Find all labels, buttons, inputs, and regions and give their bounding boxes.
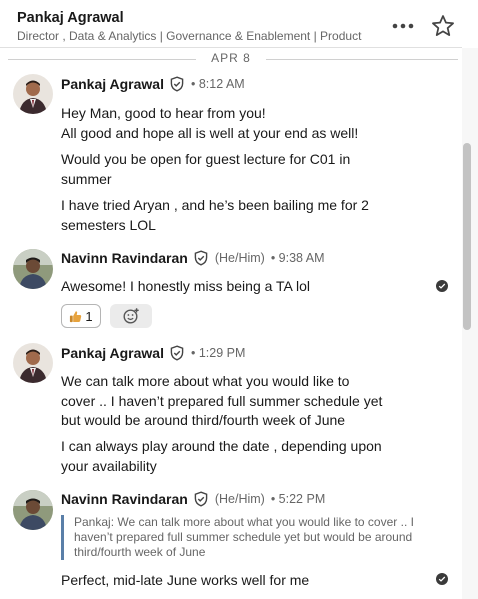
avatar-pankaj[interactable] (13, 343, 53, 383)
avatar-image (13, 74, 53, 114)
message-line: but would be around third/fourth week of… (61, 412, 346, 428)
message-line: Perfect, mid-late June works well for me (61, 572, 310, 588)
message-line: summer (61, 170, 112, 187)
message-text: Awesome! I honestly miss being a TA lol (61, 277, 310, 297)
more-horizontal-icon (392, 23, 414, 29)
sender-name[interactable]: Navinn Ravindaran (61, 250, 188, 266)
message-line: All good and hope all is well at your en… (61, 124, 359, 141)
verified-shield-icon (170, 345, 184, 361)
message-text: Hey Man, good to hear from you! All good… (61, 104, 358, 143)
message-time: • 8:12 AM (190, 77, 245, 91)
quoted-message[interactable]: Pankaj: We can talk more about what you … (61, 515, 446, 560)
reaction-count: 1 (85, 308, 93, 324)
read-receipt-icon (436, 280, 448, 292)
message-text: I can always play around the date , depe… (61, 437, 382, 476)
contact-headline: Director , Data & Analytics | Governance… (17, 29, 362, 43)
quote-line: haven’t prepared full summer schedule ye… (74, 530, 413, 544)
avatar-image (13, 249, 53, 289)
add-reaction-icon (123, 308, 139, 324)
quote-line: third/fourth week of June (74, 545, 206, 559)
quote-line: Pankaj: We can talk more about what you … (74, 515, 414, 529)
thumbs-up-icon (70, 310, 82, 322)
message-line: semesters LOL (61, 216, 156, 233)
message-text: Perfect, mid-late June works well for me (61, 571, 309, 591)
message-line: cover .. I haven’t prepared full summer … (61, 392, 383, 409)
message-line: I have tried Aryan , and he’s been baili… (61, 197, 369, 213)
message-time: • 1:29 PM (190, 346, 246, 360)
avatar-image (13, 490, 53, 530)
message-line: Would you be open for guest lecture for … (61, 151, 351, 167)
sender-pronouns: (He/Him) (214, 492, 265, 506)
conversation-header: Pankaj Agrawal Director , Data & Analyti… (0, 0, 478, 48)
message-text: Would you be open for guest lecture for … (61, 150, 350, 189)
message-header: Navinn Ravindaran (He/Him) • 5:22 PM (61, 491, 325, 507)
scrollbar-thumb[interactable] (463, 143, 471, 330)
message-time: • 5:22 PM (270, 492, 326, 506)
star-conversation-button[interactable] (430, 13, 456, 39)
avatar-pankaj[interactable] (13, 74, 53, 114)
sender-name[interactable]: Pankaj Agrawal (61, 345, 164, 361)
avatar-navinn[interactable] (13, 490, 53, 530)
sender-name[interactable]: Navinn Ravindaran (61, 491, 188, 507)
message-line: Awesome! I honestly miss being a TA lol (61, 278, 311, 294)
message-line: We can talk more about what you would li… (61, 373, 350, 389)
verified-shield-icon (170, 76, 184, 92)
message-header: Navinn Ravindaran (He/Him) • 9:38 AM (61, 250, 325, 266)
message-time: • 9:38 AM (270, 251, 325, 265)
message-header: Pankaj Agrawal • 1:29 PM (61, 345, 245, 361)
verified-shield-icon (194, 491, 208, 507)
thumbs-up-reaction[interactable]: 1 (61, 304, 101, 328)
verified-shield-icon (194, 250, 208, 266)
message-line: Hey Man, good to hear from you! (61, 105, 266, 121)
read-receipt-icon (436, 573, 448, 585)
message-line: I can always play around the date , depe… (61, 438, 382, 454)
contact-name[interactable]: Pankaj Agrawal (17, 10, 124, 26)
message-header: Pankaj Agrawal • 8:12 AM (61, 76, 245, 92)
message-text: I have tried Aryan , and he’s been baili… (61, 196, 369, 235)
avatar-navinn[interactable] (13, 249, 53, 289)
more-options-button[interactable] (390, 14, 416, 38)
message-text: We can talk more about what you would li… (61, 372, 382, 431)
message-line: your availability (61, 457, 157, 474)
date-divider: APR 8 (196, 51, 266, 65)
header-divider (0, 47, 462, 48)
avatar-image (13, 343, 53, 383)
sender-pronouns: (He/Him) (214, 251, 265, 265)
sender-name[interactable]: Pankaj Agrawal (61, 76, 164, 92)
add-reaction-button[interactable] (110, 304, 152, 328)
star-icon (432, 15, 454, 36)
